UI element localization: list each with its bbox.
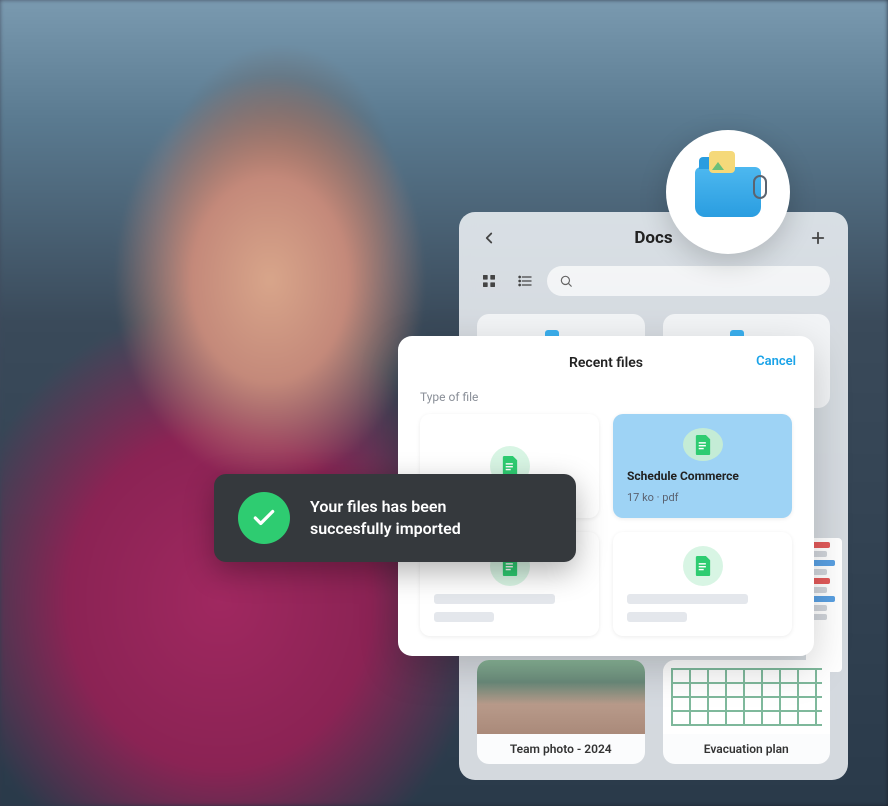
file-meta: 17 ko · pdf (627, 491, 678, 504)
search-input[interactable] (547, 266, 830, 296)
placeholder (627, 612, 687, 622)
thumb-image (477, 660, 645, 734)
check-icon (238, 492, 290, 544)
file-card-selected[interactable]: Schedule Commerce 17 ko · pdf (613, 414, 792, 518)
docs-toolbar (459, 264, 848, 304)
cancel-button[interactable]: Cancel (756, 354, 796, 369)
document-icon (683, 546, 723, 586)
modal-header: Recent files Cancel (398, 336, 814, 390)
docs-header: Docs (459, 212, 848, 264)
placeholder (434, 612, 494, 622)
file-card[interactable] (613, 532, 792, 636)
folder-illustration-icon (695, 167, 761, 217)
thumb-evacuation-plan[interactable]: Evacuation plan (663, 660, 831, 764)
files-badge (666, 130, 790, 254)
file-name: Schedule Commerce (627, 469, 739, 483)
placeholder (434, 594, 555, 604)
docs-title: Docs (634, 228, 672, 248)
toast-text: Your files has been succesfully imported (310, 496, 461, 539)
toast-line2: succesfully imported (310, 519, 461, 538)
thumb-image (663, 660, 831, 734)
thumbs-row: Team photo - 2024 Evacuation plan (459, 650, 848, 774)
photo-icon (709, 151, 735, 173)
paperclip-icon (753, 175, 767, 199)
thumb-team-photo[interactable]: Team photo - 2024 (477, 660, 645, 764)
type-of-file-label: Type of file (398, 390, 814, 414)
success-toast: Your files has been succesfully imported (214, 474, 576, 562)
add-icon[interactable] (806, 226, 830, 250)
list-view-icon[interactable] (513, 269, 537, 293)
document-icon (683, 428, 723, 461)
modal-title: Recent files (569, 355, 643, 371)
grid-view-icon[interactable] (477, 269, 501, 293)
toast-line1: Your files has been (310, 497, 446, 516)
back-icon[interactable] (477, 226, 501, 250)
thumb-label: Team photo - 2024 (477, 734, 645, 764)
thumb-label: Evacuation plan (663, 734, 831, 764)
placeholder (627, 594, 748, 604)
